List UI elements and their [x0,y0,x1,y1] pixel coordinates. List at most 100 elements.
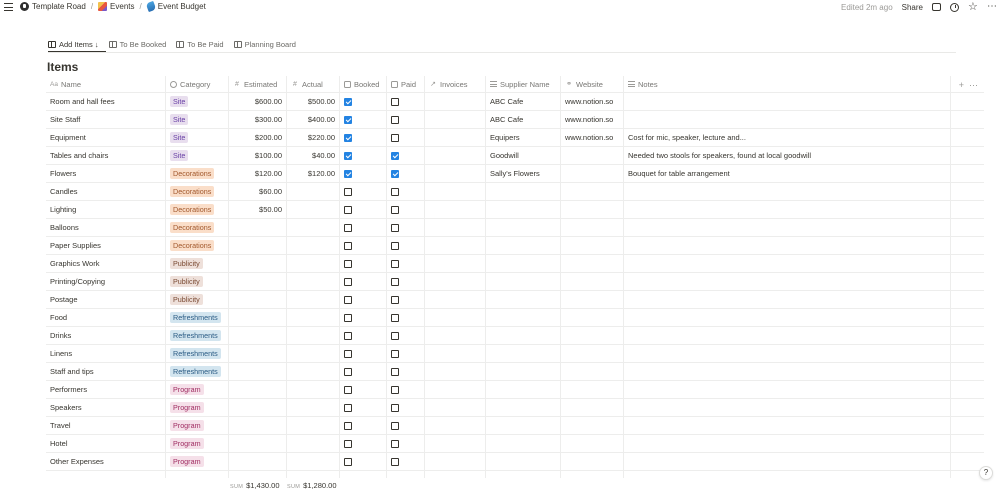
actual-sum[interactable]: SUM $1,280.00 [287,481,337,490]
cell-booked[interactable] [340,201,387,218]
cell-booked[interactable] [340,363,387,380]
cell-supplier[interactable] [486,309,561,326]
cell-notes[interactable] [624,399,951,416]
cell-notes[interactable] [624,417,951,434]
cell-notes[interactable]: Bouquet for table arrangement [624,165,951,182]
booked-checkbox[interactable] [344,241,352,250]
cell-notes[interactable]: Needed two stools for speakers, found at… [624,147,951,164]
cell-category[interactable]: Publicity [166,255,229,272]
cell-name[interactable]: Hotel [46,435,166,452]
cell-paid[interactable] [387,273,425,290]
booked-checkbox[interactable] [344,439,352,448]
booked-checkbox[interactable] [344,457,352,466]
cell-supplier[interactable]: Sally's Flowers [486,165,561,182]
column-header-supplier-name[interactable]: Supplier Name [486,76,561,92]
cell-supplier[interactable]: ABC Cafe [486,93,561,110]
cell-name[interactable]: Other Expenses [46,453,166,470]
cell-estimated[interactable]: $200.00 [229,129,287,146]
cell-supplier[interactable] [486,237,561,254]
cell-booked[interactable] [340,435,387,452]
cell-name[interactable]: Postage [46,291,166,308]
paid-checkbox[interactable] [391,133,399,142]
cell-supplier[interactable] [486,255,561,272]
cell-actual[interactable] [287,273,340,290]
table-row[interactable]: Speakers Program [46,399,984,417]
booked-checkbox[interactable] [344,295,352,304]
comment-icon[interactable] [932,3,941,11]
cell-category[interactable]: Refreshments [166,345,229,362]
more-properties-icon[interactable]: ⋯ [969,80,978,91]
cell-website[interactable] [561,255,624,272]
cell-name[interactable]: Equipment [46,129,166,146]
cell-name[interactable]: Linens [46,345,166,362]
cell-category[interactable]: Site [166,111,229,128]
table-row[interactable]: Site Staff Site $300.00 $400.00 ABC Cafe www.… [46,111,984,129]
table-row[interactable]: Lighting Decorations $50.00 [46,201,984,219]
booked-checkbox[interactable] [344,187,352,196]
add-property-icon[interactable]: + [959,80,964,90]
cell-booked[interactable] [340,93,387,110]
column-header-website[interactable]: Website [561,76,624,92]
cell-actual[interactable] [287,219,340,236]
cell-booked[interactable] [340,381,387,398]
cell-booked[interactable] [340,291,387,308]
cell-booked[interactable] [340,111,387,128]
cell-category[interactable]: Decorations [166,237,229,254]
cell-category[interactable]: Decorations [166,183,229,200]
cell-category[interactable]: Refreshments [166,309,229,326]
cell-estimated[interactable] [229,255,287,272]
booked-checkbox[interactable] [344,349,352,358]
cell-supplier[interactable] [486,327,561,344]
cell-estimated[interactable]: $600.00 [229,93,287,110]
cell-category[interactable]: Program [166,453,229,470]
cell-name[interactable]: Speakers [46,399,166,416]
cell-supplier[interactable] [486,363,561,380]
cell-supplier[interactable] [486,399,561,416]
cell-paid[interactable] [387,147,425,164]
cell-name[interactable]: Paper Supplies [46,237,166,254]
column-header-category[interactable]: Category [166,76,229,92]
cell-actual[interactable] [287,381,340,398]
cell-notes[interactable] [624,345,951,362]
paid-checkbox[interactable] [391,187,399,196]
paid-checkbox[interactable] [391,385,399,394]
booked-checkbox[interactable] [344,331,352,340]
cell-booked[interactable] [340,309,387,326]
cell-notes[interactable] [624,183,951,200]
cell-supplier[interactable] [486,417,561,434]
cell-estimated[interactable] [229,345,287,362]
paid-checkbox[interactable] [391,223,399,232]
booked-checkbox[interactable] [344,169,352,178]
cell-paid[interactable] [387,309,425,326]
cell-notes[interactable]: Cost for mic, speaker, lecture and... [624,129,951,146]
cell-notes[interactable] [624,237,951,254]
share-button[interactable]: Share [902,3,923,12]
cell-estimated[interactable] [229,273,287,290]
cell-category[interactable]: Publicity [166,273,229,290]
column-header-notes[interactable]: Notes [624,76,951,92]
table-row[interactable]: Food Refreshments [46,309,984,327]
cell-paid[interactable] [387,183,425,200]
cell-notes[interactable] [624,201,951,218]
table-row[interactable]: Flowers Decorations $120.00 $120.00 Sally's … [46,165,984,183]
cell-paid[interactable] [387,363,425,380]
cell-supplier[interactable] [486,273,561,290]
cell-paid[interactable] [387,219,425,236]
table-row[interactable]: Balloons Decorations [46,219,984,237]
cell-actual[interactable] [287,255,340,272]
table-row[interactable]: Performers Program [46,381,984,399]
cell-name[interactable]: Lighting [46,201,166,218]
cell-notes[interactable] [624,255,951,272]
column-header-invoices[interactable]: Invoices [425,76,486,92]
cell-notes[interactable] [624,435,951,452]
cell-booked[interactable] [340,129,387,146]
column-header-estimated[interactable]: Estimated [229,76,287,92]
booked-checkbox[interactable] [344,115,352,124]
cell-paid[interactable] [387,345,425,362]
cell-name[interactable]: Food [46,309,166,326]
booked-checkbox[interactable] [344,151,352,160]
help-button[interactable]: ? [979,466,993,480]
cell-website[interactable] [561,417,624,434]
cell-actual[interactable] [287,327,340,344]
cell-estimated[interactable] [229,453,287,470]
